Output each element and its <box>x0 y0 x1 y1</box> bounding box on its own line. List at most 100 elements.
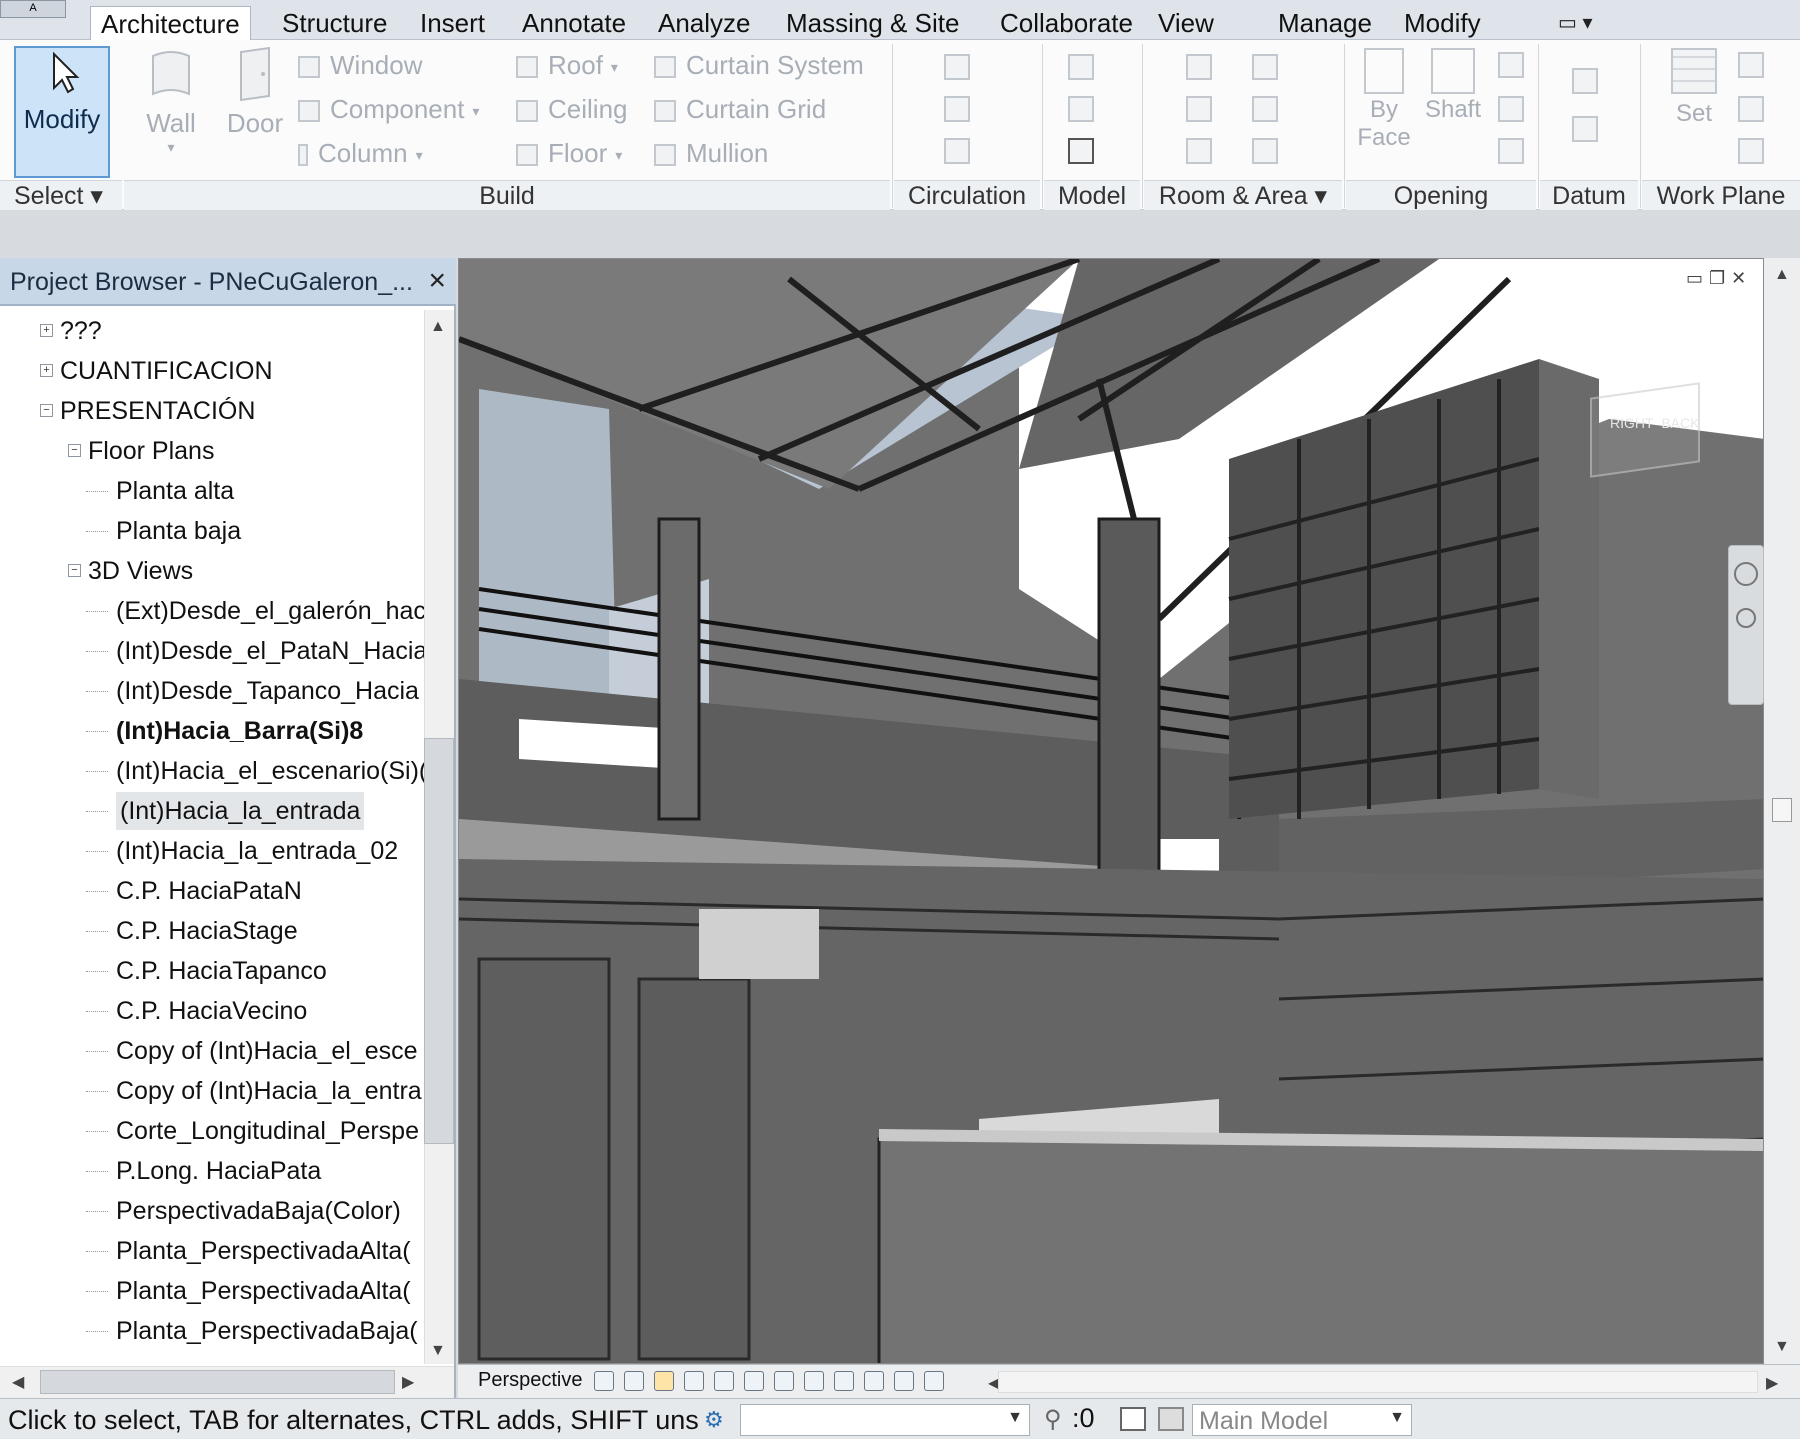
tree-item[interactable]: C.P. HaciaPataN <box>116 872 302 910</box>
tab-modify[interactable]: Modify <box>1394 6 1491 40</box>
sun-path-icon[interactable] <box>654 1371 674 1391</box>
temporary-hide-icon[interactable] <box>834 1371 854 1391</box>
area-boundary-icon[interactable] <box>1252 96 1278 122</box>
tree-item[interactable]: C.P. HaciaVecino <box>116 992 307 1030</box>
scroll-thumb[interactable] <box>1772 798 1792 822</box>
by-face-button[interactable]: By Face <box>1354 48 1414 152</box>
tree-item[interactable]: C.P. HaciaStage <box>116 912 298 950</box>
tree-item[interactable]: (Int)Hacia_el_escenario(Si)( <box>116 752 424 790</box>
panel-room-area[interactable]: Room & Area ▾ <box>1144 180 1342 210</box>
curtain-grid-button[interactable]: Curtain Grid <box>654 90 826 128</box>
tree-item[interactable]: (Int)Hacia_Barra(Si)8 <box>116 712 363 750</box>
component-button[interactable]: Component ▾ <box>298 90 479 128</box>
detail-level-icon[interactable] <box>594 1371 614 1391</box>
viewport-horizontal-scrollbar[interactable] <box>998 1371 1758 1393</box>
vertical-opening-icon[interactable] <box>1498 96 1524 122</box>
modify-button[interactable]: Modify <box>14 46 110 178</box>
reveal-hidden-icon[interactable] <box>864 1371 884 1391</box>
quick-access-button[interactable]: A <box>0 0 66 18</box>
close-icon[interactable]: × <box>428 264 446 298</box>
roof-button[interactable]: Roof ▾ <box>516 46 618 84</box>
curtain-system-button[interactable]: Curtain System <box>654 46 864 84</box>
analytical-model-icon[interactable] <box>894 1371 914 1391</box>
shadows-icon[interactable] <box>684 1371 704 1391</box>
tab-analyze[interactable]: Analyze <box>648 6 761 40</box>
model-group-icon[interactable] <box>1068 138 1094 164</box>
tree-item[interactable]: QT C01 CorteLongHaciaPN <box>116 1352 424 1360</box>
crop-view-icon[interactable] <box>744 1371 764 1391</box>
worksets-icon[interactable]: ⚙ <box>704 1407 724 1433</box>
tree-item[interactable]: Planta_PerspectivadaAlta( <box>116 1272 411 1310</box>
render-icon[interactable] <box>714 1371 734 1391</box>
area-icon[interactable] <box>1252 54 1278 80</box>
filter-icon[interactable]: ⚲ <box>1044 1405 1062 1434</box>
tab-architecture[interactable]: Architecture <box>90 6 251 40</box>
collapse-icon[interactable]: − <box>40 404 53 417</box>
tab-massing-site[interactable]: Massing & Site <box>776 6 969 40</box>
tab-collaborate[interactable]: Collaborate <box>990 6 1143 40</box>
tree-item[interactable]: Planta alta <box>116 472 234 510</box>
tree-item[interactable]: P.Long. HaciaPata <box>116 1152 321 1190</box>
room-tag-icon[interactable] <box>1186 138 1212 164</box>
tab-annotate[interactable]: Annotate <box>512 6 636 40</box>
visual-style-icon[interactable] <box>624 1371 644 1391</box>
wall-opening-icon[interactable] <box>1498 52 1524 78</box>
tab-manage[interactable]: Manage <box>1268 6 1382 40</box>
tab-insert[interactable]: Insert <box>410 6 495 40</box>
scroll-up-icon[interactable]: ▲ <box>430 318 446 336</box>
expand-icon[interactable]: + <box>40 324 53 337</box>
area-tag-icon[interactable] <box>1252 138 1278 164</box>
tree-item[interactable]: Floor Plans <box>88 432 214 470</box>
viewer-icon[interactable] <box>1738 138 1764 164</box>
scroll-right-icon[interactable]: ▶ <box>402 1372 414 1392</box>
panel-select[interactable]: Select ▾ <box>0 180 122 210</box>
room-separator-icon[interactable] <box>1186 96 1212 122</box>
tree-item[interactable]: ??? <box>60 312 102 350</box>
tab-structure[interactable]: Structure <box>272 6 398 40</box>
expand-icon[interactable]: + <box>40 364 53 377</box>
stair-icon[interactable] <box>944 138 970 164</box>
tree-item[interactable]: (Ext)Desde_el_galerón_hac <box>116 592 424 630</box>
tree-item[interactable]: Planta baja <box>116 512 241 550</box>
show-crop-icon[interactable] <box>774 1371 794 1391</box>
steering-wheel-icon[interactable] <box>1734 562 1758 586</box>
design-options-icon[interactable] <box>1158 1407 1184 1431</box>
tree-item[interactable]: (Int)Desde_Tapanco_Hacia <box>116 672 419 710</box>
model-text-icon[interactable] <box>1068 54 1094 80</box>
tree-item[interactable]: Corte_Longitudinal_Perspe <box>116 1112 419 1150</box>
tree-item[interactable]: Planta_PerspectivadaBaja( <box>116 1312 418 1350</box>
door-button[interactable]: Door <box>220 46 290 139</box>
viewport-vertical-scrollbar[interactable]: ▲ ▼ <box>1764 258 1800 1364</box>
shaft-button[interactable]: Shaft <box>1418 48 1488 124</box>
scroll-up-icon[interactable]: ▲ <box>1774 266 1790 284</box>
floor-button[interactable]: Floor ▾ <box>516 134 622 172</box>
browser-scroll-thumb[interactable] <box>424 738 454 1144</box>
tree-item[interactable]: Copy of (Int)Hacia_la_entra <box>116 1072 422 1110</box>
tab-view[interactable]: View <box>1148 6 1224 40</box>
scroll-right-icon[interactable]: ▶ <box>1766 1373 1778 1393</box>
tree-item[interactable]: CUANTIFICACION <box>60 352 273 390</box>
show-workplane-icon[interactable] <box>1738 52 1764 78</box>
window-button[interactable]: Window <box>298 46 422 84</box>
3d-viewport[interactable] <box>458 258 1764 1364</box>
scroll-down-icon[interactable]: ▼ <box>430 1342 446 1360</box>
tree-item[interactable]: 3D Views <box>88 552 193 590</box>
constraints-icon[interactable] <box>924 1371 944 1391</box>
mullion-button[interactable]: Mullion <box>654 134 768 172</box>
model-line-icon[interactable] <box>1068 96 1094 122</box>
scroll-down-icon[interactable]: ▼ <box>1774 1338 1790 1356</box>
workset-dropdown[interactable]: ▼ <box>740 1404 1030 1436</box>
ramp-icon[interactable] <box>944 96 970 122</box>
ref-plane-icon[interactable] <box>1738 96 1764 122</box>
lock-view-icon[interactable] <box>804 1371 824 1391</box>
tree-item[interactable]: PRESENTACIÓN <box>60 392 255 430</box>
room-icon[interactable] <box>1186 54 1212 80</box>
scroll-left-icon[interactable]: ◀ <box>12 1372 24 1392</box>
collapse-icon[interactable]: − <box>68 444 81 457</box>
view-window-controls[interactable]: ▭❐✕ <box>1686 268 1752 289</box>
tree-item[interactable]: (Int)Hacia_la_entrada_02 <box>116 832 398 870</box>
tree-item[interactable]: (Int)Hacia_la_entrada <box>116 792 365 830</box>
level-icon[interactable] <box>1572 68 1598 94</box>
zoom-icon[interactable] <box>1736 608 1756 628</box>
tree-item[interactable]: Copy of (Int)Hacia_el_esce <box>116 1032 418 1070</box>
